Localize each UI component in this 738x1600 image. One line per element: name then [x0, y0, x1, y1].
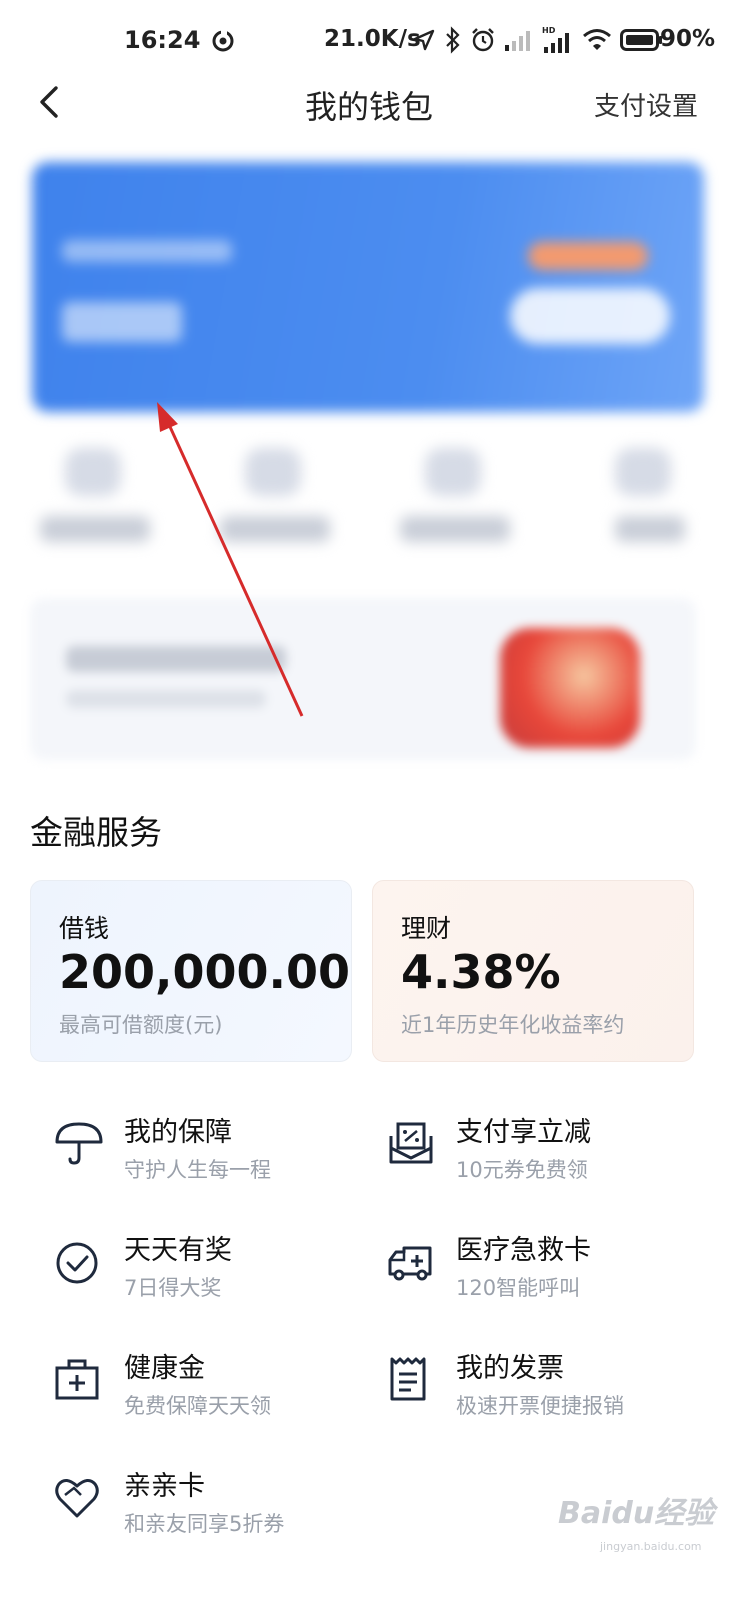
service-subtitle: 守护人生每一程 — [124, 1158, 271, 1182]
service-subtitle: 免费保障天天领 — [124, 1394, 271, 1418]
borrow-amount: 200,000.00 — [59, 945, 351, 999]
balance-card-button-redacted[interactable] — [510, 288, 670, 344]
service-subtitle: 120智能呼叫 — [456, 1276, 581, 1300]
service-title: 亲亲卡 — [124, 1471, 205, 1502]
balance-card-label-redacted — [62, 240, 232, 262]
wallet-shortcuts-redacted — [40, 448, 700, 578]
service-subtitle: 极速开票便捷报销 — [456, 1394, 624, 1418]
invest-label: 理财 — [401, 914, 452, 943]
service-daily-prize[interactable]: 天天有奖 7日得大奖 — [54, 1228, 374, 1318]
balance-card-amount-redacted — [62, 302, 182, 342]
service-pay-discount[interactable]: 支付享立减 10元券免费领 — [386, 1110, 706, 1200]
status-bar: 16:24 21.0K/s HD 90% — [0, 0, 738, 82]
status-time: 16:24 — [124, 26, 201, 54]
shortcut-label-redacted — [615, 516, 685, 542]
service-family-card[interactable]: 亲亲卡 和亲友同享5折券 — [54, 1464, 374, 1554]
shortcut-icon-redacted — [615, 448, 671, 496]
service-title: 我的发票 — [456, 1353, 564, 1384]
invest-rate: 4.38% — [401, 945, 561, 999]
service-subtitle: 7日得大奖 — [124, 1276, 222, 1300]
battery-icon — [620, 29, 662, 51]
shortcut-label-redacted — [40, 516, 150, 542]
wifi-icon — [583, 29, 611, 50]
invest-note: 近1年历史年化收益率约 — [401, 1013, 625, 1037]
coupon-envelope-icon — [389, 1122, 433, 1164]
promo-banner-redacted[interactable] — [30, 598, 696, 760]
service-health-fund[interactable]: 健康金 免费保障天天领 — [54, 1346, 374, 1436]
banner-title-redacted — [66, 646, 286, 672]
borrow-card[interactable]: 借钱 200,000.00 最高可借额度(元) — [30, 880, 352, 1062]
status-battery-percent: 90% — [660, 26, 716, 52]
status-icons: HD — [412, 24, 664, 56]
check-circle-icon — [56, 1242, 98, 1284]
shortcut-label-redacted — [220, 516, 330, 542]
signal-icon — [505, 31, 530, 51]
location-icon — [413, 29, 435, 51]
shortcut-icon-redacted — [425, 448, 481, 496]
banner-image-redacted — [500, 628, 640, 748]
section-title-finance: 金融服务 — [30, 813, 162, 852]
baidu-watermark-url: jingyan.baidu.com — [600, 1540, 702, 1553]
hd-signal-icon: HD — [542, 26, 569, 53]
borrow-label: 借钱 — [59, 914, 110, 943]
medical-kit-icon — [55, 1359, 99, 1400]
service-title: 支付享立减 — [456, 1117, 591, 1148]
service-subtitle: 和亲友同享5折券 — [124, 1512, 285, 1536]
payment-settings-link[interactable]: 支付设置 — [594, 86, 698, 123]
balance-card-tag-redacted — [528, 242, 648, 270]
shortcut-icon-redacted — [65, 448, 121, 496]
status-net-speed: 21.0K/s — [324, 26, 421, 52]
network-activity-icon — [212, 29, 234, 52]
service-medical-card[interactable]: 医疗急救卡 120智能呼叫 — [386, 1228, 706, 1318]
borrow-note: 最高可借额度(元) — [59, 1013, 223, 1037]
banner-subtitle-redacted — [66, 690, 266, 708]
baidu-watermark: Baidu经验 — [558, 1496, 715, 1531]
shortcut-label-redacted — [400, 516, 510, 542]
heart-icon — [55, 1479, 99, 1518]
balance-card[interactable] — [32, 162, 704, 412]
invest-card[interactable]: 理财 4.38% 近1年历史年化收益率约 — [372, 880, 694, 1062]
service-title: 我的保障 — [124, 1117, 232, 1148]
shortcut-icon-redacted — [245, 448, 301, 496]
service-title: 天天有奖 — [124, 1235, 232, 1266]
umbrella-icon — [55, 1122, 103, 1165]
service-my-insurance[interactable]: 我的保障 守护人生每一程 — [54, 1110, 374, 1200]
invoice-icon — [390, 1357, 426, 1401]
service-title: 医疗急救卡 — [456, 1235, 591, 1266]
service-title: 健康金 — [124, 1353, 205, 1384]
nav-bar: 我的钱包 支付设置 — [0, 82, 738, 152]
svg-text:HD: HD — [542, 26, 556, 35]
service-subtitle: 10元券免费领 — [456, 1158, 588, 1182]
alarm-icon — [472, 28, 494, 52]
bluetooth-icon — [446, 26, 460, 54]
service-my-invoice[interactable]: 我的发票 极速开票便捷报销 — [386, 1346, 706, 1436]
ambulance-icon — [388, 1246, 432, 1281]
